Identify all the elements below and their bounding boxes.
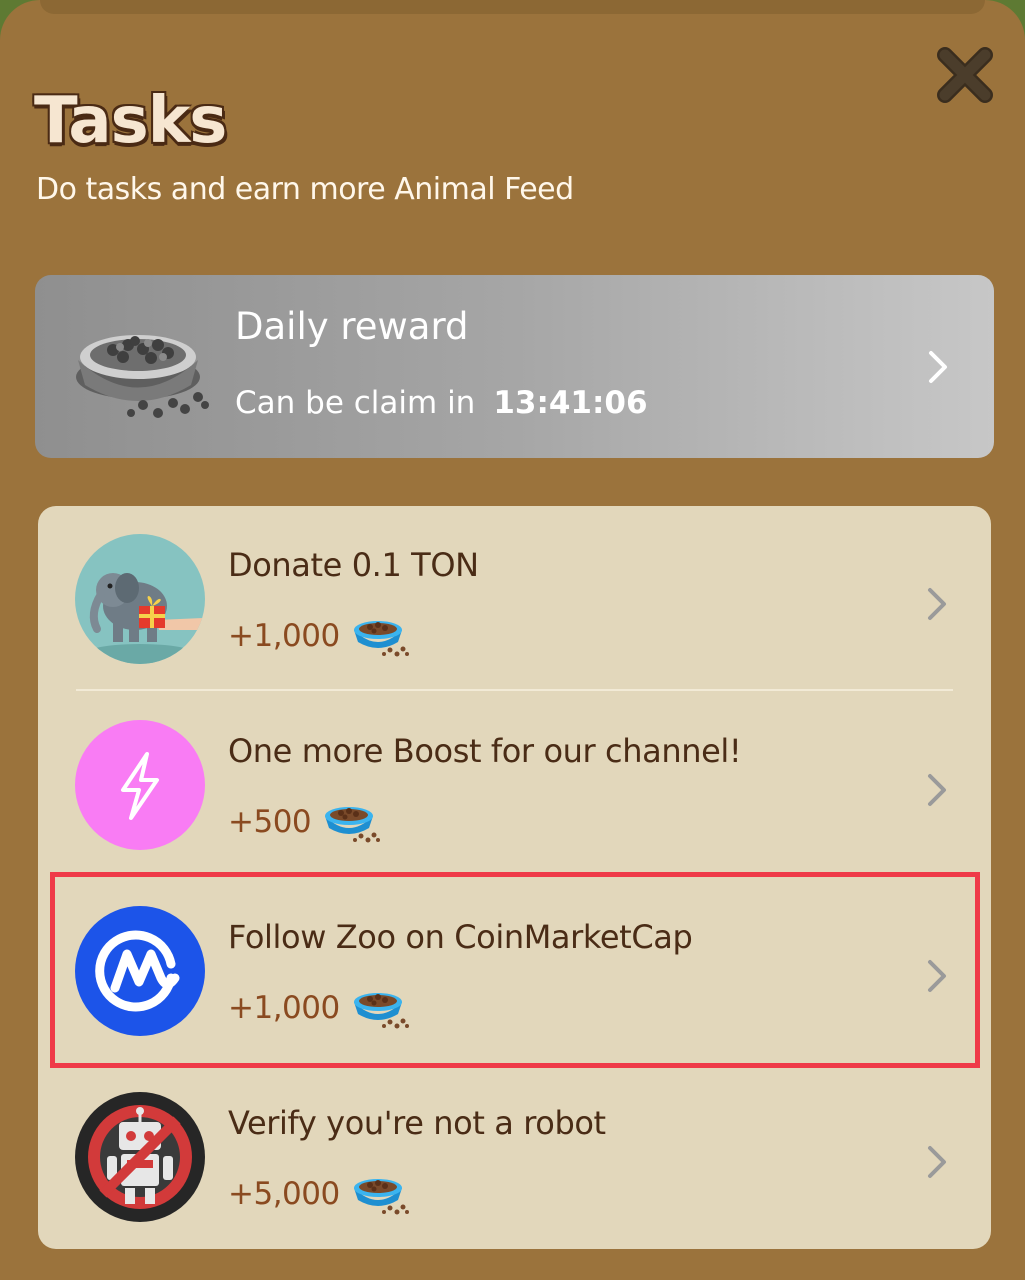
task-donate-ton[interactable]: Donate 0.1 TON +1,000	[38, 506, 991, 691]
daily-reward-countdown-row: Can be claim in 13:41:06	[235, 385, 648, 421]
tasks-modal: Tasks Do tasks and earn more Animal Feed…	[0, 0, 1025, 1280]
task-verify-not-robot[interactable]: Verify you're not a robot +5,000	[38, 1064, 991, 1249]
task-reward: +1,000	[228, 986, 410, 1030]
lightning-boost-icon	[75, 720, 205, 850]
task-follow-coinmarketcap[interactable]: Follow Zoo on CoinMarketCap +1,000	[38, 878, 991, 1063]
task-title: Donate 0.1 TON	[228, 546, 479, 584]
feed-bowl-icon	[76, 335, 209, 418]
task-reward: +5,000	[228, 1172, 410, 1216]
daily-reward-claim-label: Can be claim in	[235, 385, 476, 421]
feed-bowl-icon	[325, 807, 381, 843]
task-title: One more Boost for our channel!	[228, 732, 742, 770]
daily-reward-title: Daily reward	[235, 305, 469, 348]
task-reward: +1,000	[228, 614, 410, 658]
elephant-gift-icon	[75, 534, 205, 664]
task-list: Donate 0.1 TON +1,000 One more Boost for…	[38, 506, 991, 1249]
chevron-right-icon	[928, 960, 946, 992]
chevron-right-icon	[929, 351, 947, 383]
daily-reward-card[interactable]: Daily reward Can be claim in 13:41:06	[35, 275, 994, 458]
daily-reward-countdown: 13:41:06	[493, 385, 648, 421]
page-subtitle: Do tasks and earn more Animal Feed	[36, 172, 574, 207]
chevron-right-icon	[928, 774, 946, 806]
feed-bowl-icon	[353, 1179, 409, 1215]
task-title: Verify you're not a robot	[228, 1104, 606, 1142]
chevron-right-icon	[928, 588, 946, 620]
task-boost-channel[interactable]: One more Boost for our channel! +500	[38, 692, 991, 877]
no-robot-icon	[75, 1092, 205, 1222]
task-reward: +500	[228, 800, 381, 844]
reward-amount: +5,000	[228, 1176, 340, 1212]
coinmarketcap-icon	[75, 906, 205, 1036]
feed-bowl-icon	[353, 621, 409, 657]
reward-amount: +1,000	[228, 990, 340, 1026]
chevron-right-icon	[928, 1146, 946, 1178]
feed-bowl-icon	[353, 993, 409, 1029]
close-button[interactable]	[930, 40, 1000, 110]
modal-top-edge	[40, 0, 985, 14]
divider	[76, 689, 953, 691]
reward-amount: +1,000	[228, 618, 340, 654]
page-title: Tasks	[34, 84, 227, 158]
task-title: Follow Zoo on CoinMarketCap	[228, 918, 693, 956]
close-icon	[937, 47, 993, 103]
reward-amount: +500	[228, 804, 312, 840]
